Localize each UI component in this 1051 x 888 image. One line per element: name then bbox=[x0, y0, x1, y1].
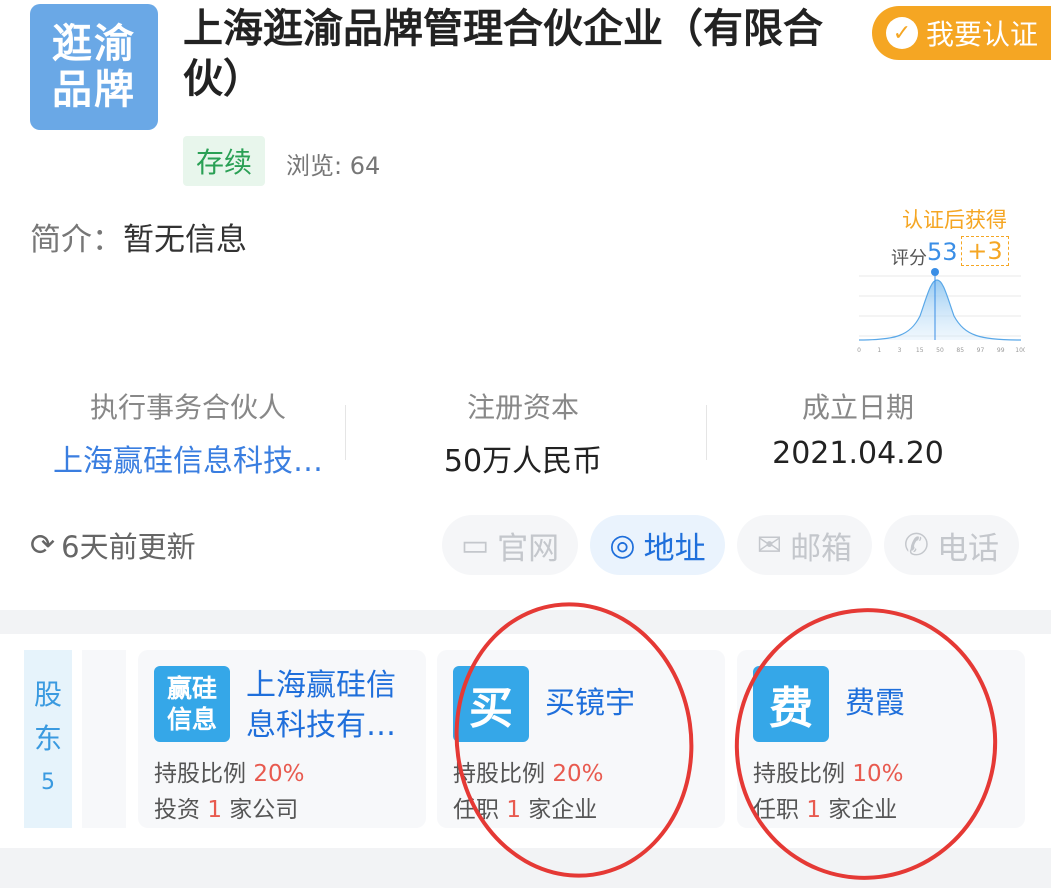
logo-text-line1: 逛渝 bbox=[52, 21, 136, 67]
status-badge: 存续 bbox=[183, 136, 265, 186]
row-text: 任职 bbox=[453, 797, 499, 823]
shareholder-name[interactable]: 费霞 bbox=[845, 684, 905, 724]
shareholder-card[interactable]: 费 费霞 持股比例 10% 任职 1 家企业 bbox=[737, 650, 1025, 828]
verified-check-icon: ✓ bbox=[886, 17, 918, 49]
intro-key: 简介： bbox=[30, 222, 123, 258]
position-count: 任职 1 家企业 bbox=[753, 790, 897, 824]
shareholder-name-line: 上海赢硅信 bbox=[246, 668, 396, 703]
score-value: 53 bbox=[927, 238, 958, 266]
avatar-text: 信息 bbox=[166, 705, 217, 734]
company-name: 上海逛渝品牌管理合伙企业（有限合伙） bbox=[183, 6, 823, 102]
section-separator bbox=[0, 610, 1051, 634]
row-number: 1 bbox=[806, 797, 821, 823]
row-number: 1 bbox=[506, 797, 521, 823]
company-logo: 逛渝 品牌 bbox=[30, 4, 158, 130]
score-gain-label: 认证后获得 bbox=[902, 208, 1007, 232]
row-text: 任职 bbox=[753, 797, 799, 823]
contact-label: 电话 bbox=[937, 530, 1000, 567]
section-separator bbox=[0, 848, 1051, 888]
info-legal-partner: 执行事务合伙人 上海赢硅信息科技… bbox=[18, 386, 358, 480]
ratio-label: 持股比例 bbox=[453, 761, 545, 787]
shareholder-card-partial bbox=[82, 650, 126, 828]
score-tick-label: 1 bbox=[877, 347, 881, 354]
shareholder-name-line: 息科技有… bbox=[246, 708, 396, 743]
info-registered-capital: 注册资本 50万人民币 bbox=[353, 386, 693, 480]
certify-label: 我要认证 bbox=[926, 18, 1039, 51]
row-text: 投资 bbox=[154, 797, 200, 823]
score-tick-label: 0 bbox=[857, 347, 861, 354]
shareholder-name[interactable]: 上海赢硅信 息科技有… bbox=[246, 666, 396, 746]
score-tick-label: 100 bbox=[1015, 347, 1025, 354]
share-ratio: 持股比例 20% bbox=[154, 754, 304, 788]
contact-label: 邮箱 bbox=[790, 530, 853, 567]
shareholder-card[interactable]: 赢硅 信息 上海赢硅信 息科技有… 持股比例 20% 投资 1 家公司 bbox=[138, 650, 426, 828]
divider bbox=[345, 405, 346, 460]
score-widget[interactable]: 认证后获得 评分 53 +3 0 1 3 15 50 85 97 99 100 bbox=[855, 204, 1025, 354]
score-plus: +3 bbox=[961, 236, 1009, 266]
logo-text-line2: 品牌 bbox=[52, 67, 136, 113]
score-tick-label: 50 bbox=[936, 347, 944, 354]
phone-button[interactable]: ✆ 电话 bbox=[884, 515, 1019, 575]
avatar: 费 bbox=[753, 666, 829, 742]
refresh-icon: ⟳ bbox=[30, 527, 56, 563]
info-value: 50万人民币 bbox=[443, 444, 603, 479]
company-intro: 简介：暂无信息 bbox=[30, 214, 247, 259]
avatar-text: 赢硅 bbox=[166, 674, 217, 703]
score-tick-label: 3 bbox=[898, 347, 902, 354]
info-value: 2021.04.20 bbox=[772, 436, 944, 471]
ratio-label: 持股比例 bbox=[753, 761, 845, 787]
info-label: 执行事务合伙人 bbox=[89, 391, 286, 424]
view-count: 浏览: 64 bbox=[286, 152, 381, 180]
legal-partner-link[interactable]: 上海赢硅信息科技… bbox=[18, 436, 358, 480]
score-tick-label: 97 bbox=[977, 347, 985, 354]
ratio-value: 10% bbox=[852, 761, 904, 787]
monitor-icon: ▭ bbox=[460, 527, 490, 563]
mail-icon: ✉ bbox=[756, 527, 783, 563]
row-text: 家公司 bbox=[229, 797, 299, 823]
website-button[interactable]: ▭ 官网 bbox=[442, 515, 578, 575]
shareholders-label-char: 东 bbox=[33, 722, 62, 755]
shareholders-count: 5 bbox=[41, 770, 55, 795]
score-tick-label: 85 bbox=[956, 347, 964, 354]
score-distribution-chart: 0 1 3 15 50 85 97 99 100 bbox=[857, 268, 1025, 354]
ratio-value: 20% bbox=[552, 761, 604, 787]
investment-count: 投资 1 家公司 bbox=[154, 790, 298, 824]
shareholders-tab[interactable]: 股 东 5 bbox=[24, 650, 72, 828]
info-label: 注册资本 bbox=[466, 391, 579, 424]
row-text: 家企业 bbox=[828, 797, 898, 823]
updated-label: 6天前更新 bbox=[61, 530, 196, 564]
share-ratio: 持股比例 20% bbox=[453, 754, 603, 788]
avatar: 赢硅 信息 bbox=[154, 666, 230, 742]
share-ratio: 持股比例 10% bbox=[753, 754, 903, 788]
phone-icon: ✆ bbox=[903, 527, 930, 563]
certify-button[interactable]: ✓ 我要认证 bbox=[872, 6, 1051, 60]
score-tick-label: 99 bbox=[997, 347, 1005, 354]
score-tick-label: 15 bbox=[916, 347, 924, 354]
ratio-label: 持股比例 bbox=[154, 761, 246, 787]
address-button[interactable]: ◎ 地址 bbox=[590, 515, 725, 575]
shareholder-card[interactable]: 买 买镜宇 持股比例 20% 任职 1 家企业 bbox=[437, 650, 725, 828]
info-founded-date: 成立日期 2021.04.20 bbox=[688, 386, 1028, 471]
refresh-status[interactable]: ⟳ 6天前更新 bbox=[30, 524, 196, 566]
contact-label: 官网 bbox=[497, 530, 560, 567]
shareholder-name[interactable]: 买镜宇 bbox=[545, 684, 635, 724]
location-pin-icon: ◎ bbox=[609, 527, 636, 563]
score-marker-dot bbox=[931, 268, 939, 276]
intro-value: 暂无信息 bbox=[123, 222, 247, 258]
shareholders-label-char: 股 bbox=[33, 678, 62, 711]
ratio-value: 20% bbox=[253, 761, 305, 787]
avatar: 买 bbox=[453, 666, 529, 742]
info-label: 成立日期 bbox=[801, 391, 914, 424]
row-number: 1 bbox=[207, 797, 222, 823]
row-text: 家企业 bbox=[528, 797, 598, 823]
email-button[interactable]: ✉ 邮箱 bbox=[737, 515, 872, 575]
position-count: 任职 1 家企业 bbox=[453, 790, 597, 824]
contact-label: 地址 bbox=[643, 530, 706, 567]
